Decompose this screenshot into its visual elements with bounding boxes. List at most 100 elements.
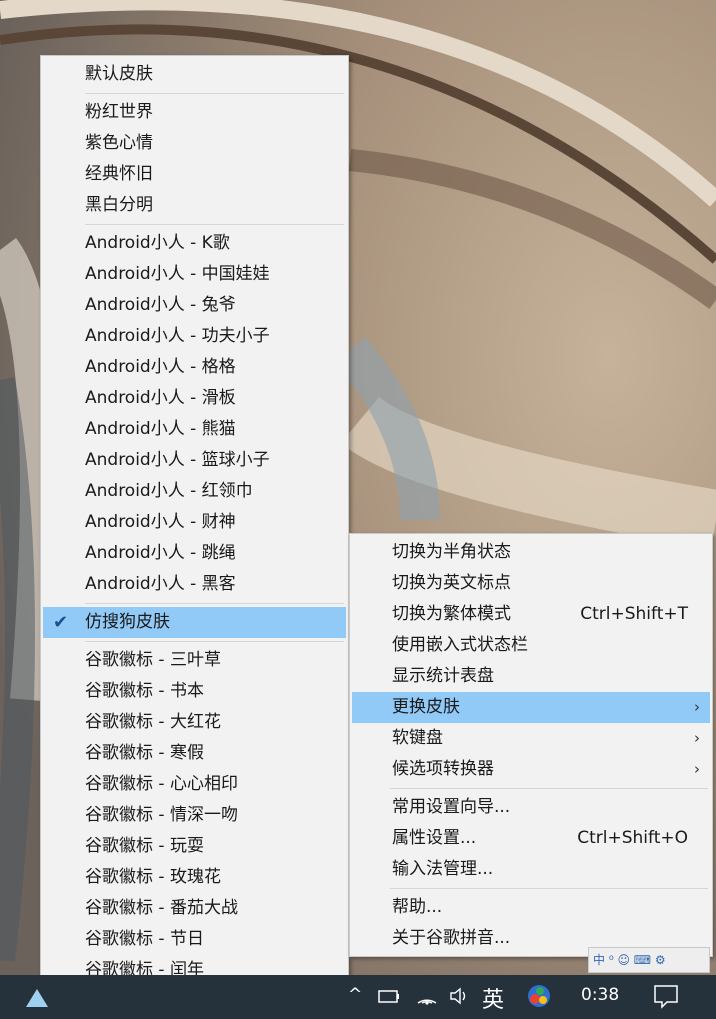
context-menu-item[interactable]: 属性设置... Ctrl+Shift+O bbox=[352, 823, 710, 854]
context-menu-item[interactable]: 使用嵌入式状态栏 bbox=[352, 630, 710, 661]
context-menu-item[interactable]: 切换为英文标点 bbox=[352, 568, 710, 599]
menu-item-label: 候选项转换器 bbox=[392, 759, 494, 779]
wifi-icon[interactable] bbox=[416, 985, 438, 1005]
chevron-right-icon: › bbox=[694, 698, 700, 716]
skin-menu-item[interactable]: 谷歌徽标 - 玩耍 bbox=[43, 831, 346, 862]
skin-menu-item[interactable]: 谷歌徽标 - 寒假 bbox=[43, 738, 346, 769]
menu-item-label: 谷歌徽标 - 节日 bbox=[85, 929, 204, 949]
menu-item-label: 帮助... bbox=[392, 897, 443, 917]
skin-menu-item[interactable]: 默认皮肤 bbox=[43, 59, 346, 90]
skin-menu-item[interactable]: Android小人 - 滑板 bbox=[43, 383, 346, 414]
menu-item-label: Android小人 - 滑板 bbox=[85, 388, 236, 408]
menu-item-label: 仿搜狗皮肤 bbox=[85, 612, 170, 632]
context-menu-item[interactable]: 更换皮肤 › bbox=[352, 692, 710, 723]
skin-menu-item[interactable]: 谷歌徽标 - 书本 bbox=[43, 676, 346, 707]
notification-center-icon[interactable] bbox=[652, 983, 680, 1009]
context-menu-item[interactable]: 显示统计表盘 bbox=[352, 661, 710, 692]
skin-menu-item[interactable]: Android小人 - 功夫小子 bbox=[43, 321, 346, 352]
context-menu-item[interactable]: 常用设置向导... bbox=[352, 792, 710, 823]
skin-submenu: 默认皮肤粉红世界 紫色心情经典怀旧黑白分明 Android小人 - K歌 Androi… bbox=[40, 55, 349, 1019]
context-menu-item[interactable]: 切换为半角状态 bbox=[352, 537, 710, 568]
skin-menu-item[interactable]: Android小人 - 格格 bbox=[43, 352, 346, 383]
ime-language-indicator[interactable]: 英 bbox=[482, 982, 504, 1014]
menu-item-label: Android小人 - 红领巾 bbox=[85, 481, 253, 501]
skin-menu-item[interactable]: 谷歌徽标 - 节日 bbox=[43, 924, 346, 955]
skin-menu-item[interactable]: 谷歌徽标 - 情深一吻 bbox=[43, 800, 346, 831]
skin-menu-item[interactable]: 谷歌徽标 - 玫瑰花 bbox=[43, 862, 346, 893]
volume-icon[interactable] bbox=[449, 986, 471, 1006]
skin-menu-item[interactable]: Android小人 - 兔爷 bbox=[43, 290, 346, 321]
skin-menu-item[interactable]: 谷歌徽标 - 心心相印 bbox=[43, 769, 346, 800]
menu-item-label: 关于谷歌拼音... bbox=[392, 928, 511, 948]
menu-separator bbox=[85, 641, 344, 642]
skin-menu-item[interactable]: Android小人 - 财神 bbox=[43, 507, 346, 538]
skin-menu-item[interactable]: Android小人 - 红领巾 bbox=[43, 476, 346, 507]
menu-item-label: 常用设置向导... bbox=[392, 797, 511, 817]
google-pinyin-icon[interactable] bbox=[526, 983, 552, 1009]
skin-menu-item[interactable]: 黑白分明 bbox=[43, 190, 346, 221]
menu-item-shortcut: Ctrl+Shift+O bbox=[577, 828, 688, 848]
menu-item-label: 输入法管理... bbox=[392, 859, 494, 879]
menu-item-label: Android小人 - 功夫小子 bbox=[85, 326, 270, 346]
menu-item-label: Android小人 - 格格 bbox=[85, 357, 236, 377]
chevron-right-icon: › bbox=[694, 760, 700, 778]
menu-item-label: 切换为半角状态 bbox=[392, 542, 511, 562]
menu-item-label: 属性设置... bbox=[392, 828, 477, 848]
menu-item-shortcut: Ctrl+Shift+T bbox=[580, 604, 688, 624]
skin-menu-item[interactable]: Android小人 - 中国娃娃 bbox=[43, 259, 346, 290]
menu-item-label: Android小人 - 熊猫 bbox=[85, 419, 236, 439]
skin-menu-item[interactable]: 谷歌徽标 - 大红花 bbox=[43, 707, 346, 738]
skin-menu-item[interactable]: Android小人 - 篮球小子 bbox=[43, 445, 346, 476]
context-menu-item[interactable]: 输入法管理... bbox=[352, 854, 710, 885]
menu-item-label: 切换为繁体模式 bbox=[392, 604, 511, 624]
checkmark-icon: ✔ bbox=[53, 612, 69, 633]
skin-menu-item[interactable]: Android小人 - 跳绳 bbox=[43, 538, 346, 569]
battery-icon[interactable] bbox=[377, 988, 401, 1004]
menu-item-label: 谷歌徽标 - 情深一吻 bbox=[85, 805, 238, 825]
menu-separator bbox=[390, 888, 708, 889]
menu-item-label: 经典怀旧 bbox=[85, 164, 153, 184]
menu-item-label: Android小人 - 财神 bbox=[85, 512, 236, 532]
menu-item-label: Android小人 - K歌 bbox=[85, 233, 230, 253]
menu-item-label: Android小人 - 黑客 bbox=[85, 574, 236, 594]
skin-menu-item[interactable]: 紫色心情 bbox=[43, 128, 346, 159]
menu-separator bbox=[85, 603, 344, 604]
menu-item-label: Android小人 - 兔爷 bbox=[85, 295, 236, 315]
skin-menu-item[interactable]: 谷歌徽标 - 三叶草 bbox=[43, 645, 346, 676]
menu-item-label: Android小人 - 篮球小子 bbox=[85, 450, 270, 470]
menu-item-label: 谷歌徽标 - 大红花 bbox=[85, 712, 221, 732]
skin-menu-item[interactable]: 经典怀旧 bbox=[43, 159, 346, 190]
context-menu-item[interactable]: 软键盘 › bbox=[352, 723, 710, 754]
menu-item-label: 谷歌徽标 - 玩耍 bbox=[85, 836, 204, 856]
menu-item-label: 谷歌徽标 - 玫瑰花 bbox=[85, 867, 221, 887]
clock[interactable]: 0:38 bbox=[581, 985, 619, 1005]
ime-context-menu: 切换为半角状态 切换为英文标点 切换为繁体模式 Ctrl+Shift+T 使用嵌入式状态… bbox=[349, 533, 713, 957]
menu-separator bbox=[85, 224, 344, 225]
menu-item-label: 谷歌徽标 - 书本 bbox=[85, 681, 204, 701]
context-menu-item[interactable]: 切换为繁体模式 Ctrl+Shift+T bbox=[352, 599, 710, 630]
menu-item-label: 谷歌徽标 - 番茄大战 bbox=[85, 898, 238, 918]
menu-item-label: 显示统计表盘 bbox=[392, 666, 494, 686]
menu-item-label: 使用嵌入式状态栏 bbox=[392, 635, 528, 655]
skin-menu-item[interactable]: Android小人 - K歌 bbox=[43, 228, 346, 259]
ime-status-bar[interactable]: 中 ⁰ ☺ ⌨ ⚙ bbox=[588, 947, 710, 973]
skin-menu-item[interactable]: Android小人 - 黑客 bbox=[43, 569, 346, 600]
menu-item-label: 谷歌徽标 - 心心相印 bbox=[85, 774, 238, 794]
chevron-up-icon[interactable]: ^ bbox=[348, 985, 362, 1005]
menu-item-label: 默认皮肤 bbox=[85, 64, 153, 84]
chevron-right-icon: › bbox=[694, 729, 700, 747]
menu-item-label: 黑白分明 bbox=[85, 195, 153, 215]
ime-status-text: 中 ⁰ ☺ ⌨ ⚙ bbox=[593, 953, 666, 967]
app-launcher-icon[interactable] bbox=[22, 983, 52, 1013]
skin-menu-item[interactable]: Android小人 - 熊猫 bbox=[43, 414, 346, 445]
menu-separator bbox=[390, 788, 708, 789]
context-menu-item[interactable]: 候选项转换器 › bbox=[352, 754, 710, 785]
skin-menu-item[interactable]: ✔ 仿搜狗皮肤 bbox=[43, 607, 346, 638]
menu-item-label: 切换为英文标点 bbox=[392, 573, 511, 593]
skin-menu-item[interactable]: 谷歌徽标 - 番茄大战 bbox=[43, 893, 346, 924]
skin-menu-item[interactable]: 粉红世界 bbox=[43, 97, 346, 128]
menu-item-label: 软键盘 bbox=[392, 728, 443, 748]
menu-item-label: 更换皮肤 bbox=[392, 697, 460, 717]
context-menu-item[interactable]: 帮助... bbox=[352, 892, 710, 923]
menu-item-label: Android小人 - 中国娃娃 bbox=[85, 264, 270, 284]
